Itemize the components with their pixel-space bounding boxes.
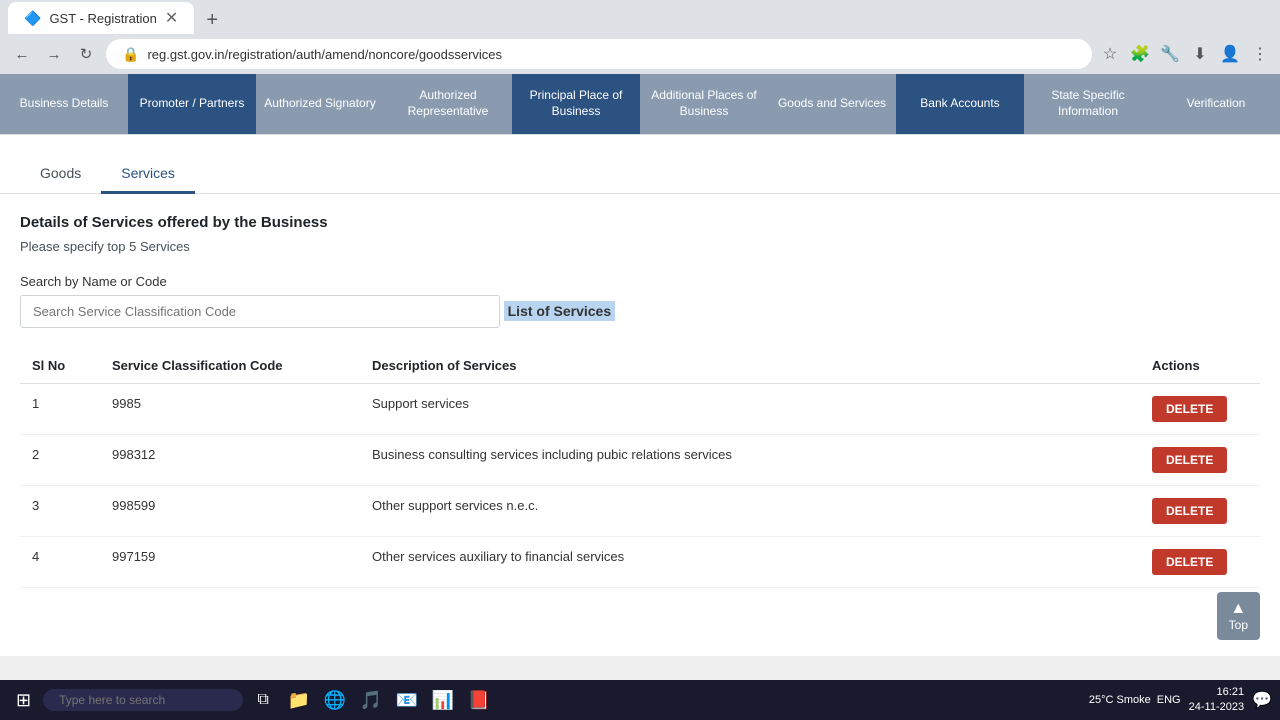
cell-sl: 4 (20, 537, 100, 588)
start-button[interactable]: ⊞ (8, 686, 39, 715)
extension-btn1[interactable]: 🧩 (1128, 42, 1152, 66)
table-row: 3 998599 Other support services n.e.c. D… (20, 486, 1260, 537)
browser-tab: 🔷 GST - Registration ✕ (8, 2, 194, 34)
section-title: Details of Services offered by the Busin… (20, 214, 1260, 231)
tab-label: Principal Place of Business (520, 88, 632, 119)
taskbar-task-view[interactable]: ⧉ (247, 684, 279, 716)
new-tab-button[interactable]: + (198, 6, 226, 34)
tab-authorized-representative[interactable]: Authorized Representative (384, 74, 512, 134)
notification-btn[interactable]: 💬 (1252, 690, 1272, 710)
cell-actions: DELETE (1140, 384, 1260, 435)
services-table: Sl No Service Classification Code Descri… (20, 348, 1260, 588)
list-title: List of Services (504, 301, 616, 321)
cell-actions: DELETE (1140, 486, 1260, 537)
tab-state-specific[interactable]: State Specific Information (1024, 74, 1152, 134)
sys-icons: 25°C Smoke ENG (1089, 694, 1181, 706)
taskbar-app2[interactable]: 📊 (427, 684, 459, 716)
taskbar-file-explorer[interactable]: 📁 (283, 684, 315, 716)
tab-label: State Specific Information (1032, 88, 1144, 119)
tab-goods-services[interactable]: Goods and Services (768, 74, 896, 134)
top-label: Top (1229, 618, 1248, 632)
cell-code: 998599 (100, 486, 360, 537)
cell-actions: DELETE (1140, 537, 1260, 588)
tab-label: Verification (1187, 96, 1246, 112)
top-button[interactable]: ▲ Top (1217, 592, 1260, 640)
tab-label: Authorized Signatory (264, 96, 375, 112)
tab-business-details[interactable]: Business Details (0, 74, 128, 134)
nav-tabs: Business Details Promoter / Partners Aut… (0, 74, 1280, 135)
tab-label: Goods and Services (778, 96, 886, 112)
col-header-desc: Description of Services (360, 348, 1140, 384)
tab-authorized-signatory[interactable]: Authorized Signatory (256, 74, 384, 134)
tab-goods[interactable]: Goods (20, 155, 101, 194)
table-row: 2 998312 Business consulting services in… (20, 435, 1260, 486)
delete-button[interactable]: DELETE (1152, 396, 1227, 422)
taskbar-search-input[interactable] (43, 689, 243, 711)
tab-title: GST - Registration (49, 11, 156, 26)
time-display: 16:21 (1189, 685, 1244, 700)
tab-close-btn[interactable]: ✕ (165, 8, 178, 28)
address-bar[interactable]: 🔒 reg.gst.gov.in/registration/auth/amend… (106, 39, 1092, 69)
col-header-code: Service Classification Code (100, 348, 360, 384)
taskbar-clock: 16:21 24-11-2023 (1189, 685, 1244, 716)
cell-code: 9985 (100, 384, 360, 435)
tab-promoter-partners[interactable]: Promoter / Partners (128, 74, 256, 134)
tab-verification[interactable]: Verification (1152, 74, 1280, 134)
taskbar-chrome[interactable]: 🌐 (319, 684, 351, 716)
taskbar-app3[interactable]: 📕 (463, 684, 495, 716)
tab-label: Bank Accounts (920, 96, 999, 112)
cell-actions: DELETE (1140, 435, 1260, 486)
cell-sl: 1 (20, 384, 100, 435)
section-subtitle: Please specify top 5 Services (20, 239, 1260, 254)
main-content: Details of Services offered by the Busin… (0, 194, 1280, 608)
url-display: reg.gst.gov.in/registration/auth/amend/n… (147, 47, 1076, 62)
taskbar-app1[interactable]: 📧 (391, 684, 423, 716)
tab-additional-places[interactable]: Additional Places of Business (640, 74, 768, 134)
cell-description: Other support services n.e.c. (360, 486, 1140, 537)
col-header-actions: Actions (1140, 348, 1260, 384)
tab-principal-place[interactable]: Principal Place of Business (512, 74, 640, 134)
cell-description: Business consulting services including p… (360, 435, 1140, 486)
back-button[interactable]: ← (8, 40, 36, 68)
tab-services[interactable]: Services (101, 155, 195, 194)
cell-description: Support services (360, 384, 1140, 435)
forward-button[interactable]: → (40, 40, 68, 68)
inner-tabs-container: Goods Services (0, 135, 1280, 194)
tab-label: Additional Places of Business (648, 88, 760, 119)
language-display: ENG (1157, 694, 1181, 706)
table-row: 1 9985 Support services DELETE (20, 384, 1260, 435)
date-display: 24-11-2023 (1189, 700, 1244, 715)
taskbar: ⊞ ⧉ 📁 🌐 🎵 📧 📊 📕 25°C Smoke ENG 16:21 24-… (0, 680, 1280, 720)
top-arrow-icon: ▲ (1229, 600, 1248, 618)
delete-button[interactable]: DELETE (1152, 549, 1227, 575)
refresh-button[interactable]: ↻ (72, 40, 100, 68)
extension-btn2[interactable]: 🔧 (1158, 42, 1182, 66)
taskbar-media[interactable]: 🎵 (355, 684, 387, 716)
taskbar-right: 25°C Smoke ENG 16:21 24-11-2023 💬 (1089, 685, 1272, 716)
col-header-sl: Sl No (20, 348, 100, 384)
menu-button[interactable]: ⋮ (1248, 42, 1272, 66)
cell-code: 998312 (100, 435, 360, 486)
cell-sl: 2 (20, 435, 100, 486)
search-input[interactable] (20, 295, 500, 328)
bookmark-button[interactable]: ☆ (1098, 42, 1122, 66)
delete-button[interactable]: DELETE (1152, 447, 1227, 473)
tab-label: Authorized Representative (392, 88, 504, 119)
tab-favicon: 🔷 (24, 10, 41, 27)
profile-button[interactable]: 👤 (1218, 42, 1242, 66)
weather-display: 25°C Smoke (1089, 694, 1151, 706)
delete-button[interactable]: DELETE (1152, 498, 1227, 524)
tab-label: Business Details (20, 96, 109, 112)
search-label: Search by Name or Code (20, 274, 1260, 289)
cell-code: 997159 (100, 537, 360, 588)
cell-description: Other services auxiliary to financial se… (360, 537, 1140, 588)
table-row: 4 997159 Other services auxiliary to fin… (20, 537, 1260, 588)
cell-sl: 3 (20, 486, 100, 537)
tab-bank-accounts[interactable]: Bank Accounts (896, 74, 1024, 134)
tab-label: Promoter / Partners (140, 96, 245, 112)
download-button[interactable]: ⬇ (1188, 42, 1212, 66)
